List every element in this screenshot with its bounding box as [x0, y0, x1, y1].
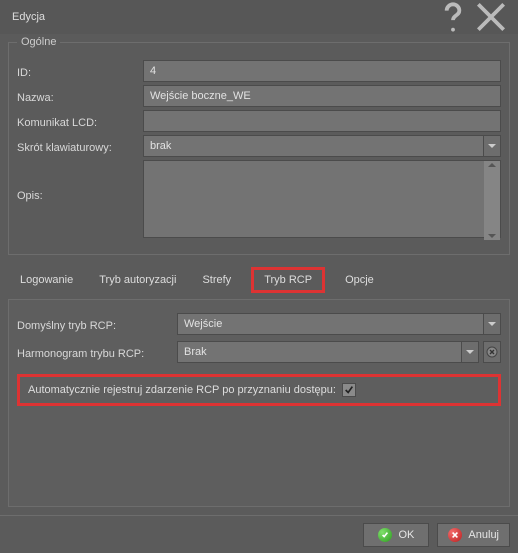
id-input[interactable]: [143, 60, 501, 82]
cancel-button[interactable]: Anuluj: [437, 523, 510, 547]
ok-label: OK: [398, 529, 414, 541]
row-sched-rcp: Harmonogram trybu RCP:: [17, 341, 501, 363]
cancel-label: Anuluj: [468, 529, 499, 541]
tab-opcje[interactable]: Opcje: [339, 270, 380, 290]
dialog-body: Ogólne ID: Nazwa: Komunikat LCD: Skrót k…: [0, 34, 518, 515]
desc-label: Opis:: [17, 160, 143, 202]
ok-icon: [378, 528, 392, 542]
row-lcd: Komunikat LCD:: [17, 110, 501, 132]
clear-icon: [486, 346, 498, 358]
tab-bar: Logowanie Tryb autoryzacji Strefy Tryb R…: [8, 263, 510, 299]
help-button[interactable]: [434, 3, 472, 31]
window-title: Edycja: [12, 11, 434, 23]
lcd-label: Komunikat LCD:: [17, 113, 143, 129]
scroll-up-icon: [488, 163, 496, 167]
lcd-input[interactable]: [143, 110, 501, 132]
ok-button[interactable]: OK: [363, 523, 429, 547]
close-icon: [472, 0, 510, 36]
close-button[interactable]: [472, 3, 510, 31]
name-label: Nazwa:: [17, 88, 143, 104]
shortcut-select[interactable]: [143, 135, 501, 157]
clear-sched-button[interactable]: [483, 341, 501, 363]
scrollbar[interactable]: [484, 161, 500, 240]
row-name: Nazwa:: [17, 85, 501, 107]
auto-register-row: Automatycznie rejestruj zdarzenie RCP po…: [17, 374, 501, 406]
desc-textarea[interactable]: [143, 160, 501, 238]
dialog-window: Edycja Ogólne ID: Nazwa: Komunikat LCD:: [0, 0, 518, 553]
default-rcp-label: Domyślny tryb RCP:: [17, 316, 177, 332]
auto-register-label: Automatycznie rejestruj zdarzenie RCP po…: [28, 384, 336, 396]
row-shortcut: Skrót klawiaturowy:: [17, 135, 501, 157]
footer: OK Anuluj: [0, 515, 518, 553]
general-group: Ogólne ID: Nazwa: Komunikat LCD: Skrót k…: [8, 42, 510, 255]
scroll-down-icon: [488, 234, 496, 238]
default-rcp-select[interactable]: [177, 313, 501, 335]
tab-logowanie[interactable]: Logowanie: [14, 270, 79, 290]
check-icon: [344, 385, 354, 395]
id-label: ID:: [17, 63, 143, 79]
tab-tryb-autoryzacji[interactable]: Tryb autoryzacji: [93, 270, 182, 290]
row-default-rcp: Domyślny tryb RCP:: [17, 313, 501, 335]
auto-register-checkbox[interactable]: [342, 383, 356, 397]
general-legend: Ogólne: [17, 36, 60, 48]
shortcut-label: Skrót klawiaturowy:: [17, 138, 143, 154]
sched-rcp-label: Harmonogram trybu RCP:: [17, 344, 177, 360]
name-input[interactable]: [143, 85, 501, 107]
sched-rcp-select[interactable]: [177, 341, 479, 363]
row-desc: Opis:: [17, 160, 501, 241]
row-id: ID:: [17, 60, 501, 82]
help-icon: [434, 0, 472, 36]
tab-tryb-rcp[interactable]: Tryb RCP: [251, 267, 325, 293]
tab-panel-rcp: Domyślny tryb RCP: Harmonogram trybu RCP…: [8, 299, 510, 507]
tab-strefy[interactable]: Strefy: [196, 270, 237, 290]
titlebar: Edycja: [0, 0, 518, 34]
cancel-icon: [448, 528, 462, 542]
